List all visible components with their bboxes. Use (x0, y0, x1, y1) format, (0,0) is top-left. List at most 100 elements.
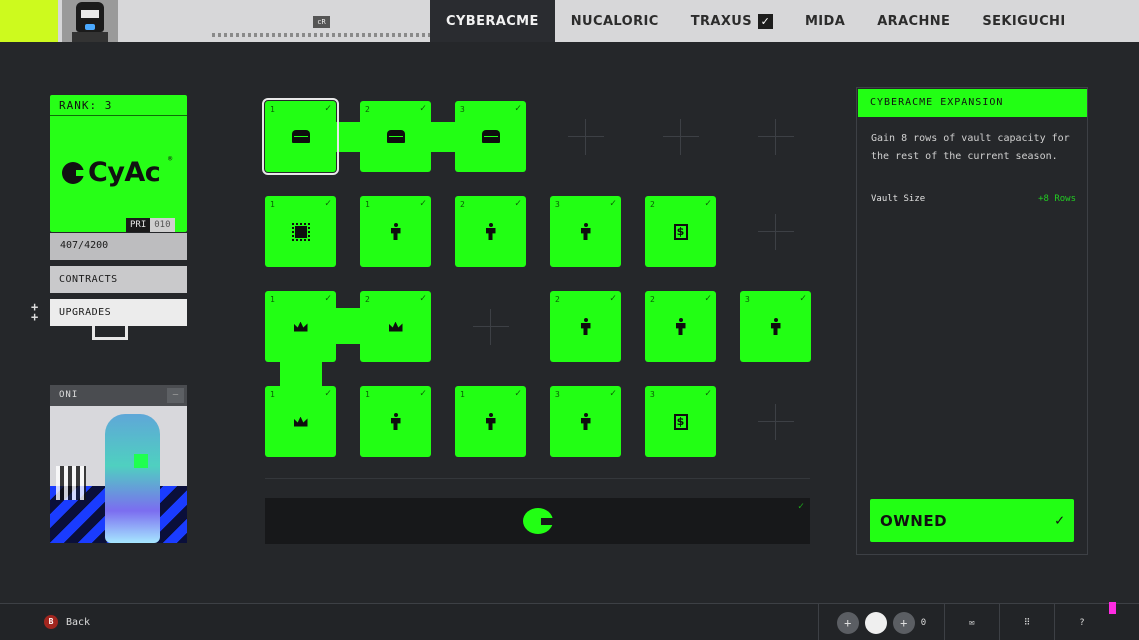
notification-indicator (1109, 602, 1116, 614)
upgrade-node-crown[interactable]: 1 ✓ (265, 386, 336, 457)
crown-icon (293, 416, 308, 427)
upgrade-node-crown[interactable]: 2 ✓ (360, 291, 431, 362)
tab-label: ARACHNE (877, 13, 951, 29)
detail-title: CYBERACME EXPANSION (858, 89, 1087, 117)
minimize-button[interactable]: — (167, 388, 184, 403)
upgrade-node-cash[interactable]: 2 ✓ $ (645, 196, 716, 267)
empty-upgrade-slot (740, 196, 811, 267)
node-connector (335, 122, 363, 152)
help-button[interactable]: ? (1054, 604, 1109, 640)
upgrade-node-person[interactable]: 3 ✓ (550, 196, 621, 267)
upgrades-button[interactable]: UPGRADES (50, 299, 187, 326)
help-icon: ? (1079, 617, 1085, 628)
person-icon (485, 413, 497, 430)
upgrade-node-person[interactable]: 2 ✓ (455, 196, 526, 267)
person-icon (675, 318, 687, 335)
crown-icon (293, 321, 308, 332)
vault-icon (386, 130, 405, 143)
party-count: 0 (920, 617, 927, 628)
tab-traxus[interactable]: TRAXUS ✓ (675, 0, 789, 42)
tab-label: CYBERACME (446, 13, 539, 29)
upgrade-node-vault-1[interactable]: 1 ✓ (262, 98, 339, 175)
reputation-progress-text: 407/4200 (60, 240, 109, 251)
tab-label: SEKIGUCHI (982, 13, 1066, 29)
owned-button[interactable]: OWNED ✓ (870, 499, 1074, 542)
person-icon (390, 223, 402, 240)
upgrade-node-vault-2[interactable]: 2 ✓ (360, 101, 431, 172)
chip-icon (291, 222, 310, 241)
footer-bar: B Back + + 0 ✉ ⠿ ? (0, 603, 1139, 640)
upgrade-node-person[interactable]: 3 ✓ (740, 291, 811, 362)
upgrade-node-person[interactable]: 2 ✓ (645, 291, 716, 362)
back-label: Back (66, 616, 91, 628)
upgrade-detail-panel: CYBERACME EXPANSION Gain 8 rows of vault… (856, 87, 1088, 555)
oni-card[interactable]: ONI — (50, 385, 187, 543)
tab-nucaloric[interactable]: NUCALORIC (555, 0, 675, 42)
oni-header: ONI — (50, 385, 187, 406)
tab-sekiguchi[interactable]: SEKIGUCHI (966, 0, 1081, 42)
crown-icon (388, 321, 403, 332)
rank-label: RANK: 3 (59, 99, 113, 112)
cash-icon: $ (673, 413, 688, 430)
tab-mida[interactable]: MIDA (789, 0, 861, 42)
add-friend-button[interactable]: + (836, 611, 859, 634)
cursor-bracket-icon (92, 326, 128, 340)
node-connector (430, 122, 458, 152)
detail-stat-row: Vault Size +8 Rows (871, 194, 1076, 204)
add-friend-button[interactable]: + (892, 611, 915, 634)
avatar-neck (72, 32, 108, 42)
upgrade-node-person[interactable]: 3 ✓ (550, 386, 621, 457)
portrait-pixel-noise (56, 466, 86, 500)
person-icon (580, 223, 592, 240)
upgrade-node-crown[interactable]: 1 ✓ (265, 291, 336, 362)
upgrade-node-cash[interactable]: 3 ✓ $ (645, 386, 716, 457)
avatar-mouth (85, 24, 95, 30)
grid-icon: ⠿ (1023, 617, 1031, 628)
top-accent-block (0, 0, 58, 42)
currency-badge: cR (313, 16, 330, 28)
cyac-logo: CyAc (62, 157, 161, 188)
top-bar: cR CYBERACME NUCALORIC TRAXUS ✓ MIDA ARAC… (0, 0, 1139, 42)
contracts-button[interactable]: CONTRACTS (50, 266, 187, 293)
cash-icon: $ (673, 223, 688, 240)
faction-rank-card: RANK: 3 CyAc ® PRI 010 (50, 95, 187, 232)
rank-divider (50, 115, 187, 116)
tab-label: MIDA (804, 13, 846, 29)
back-button[interactable]: B Back (44, 615, 90, 629)
upgrade-node-person[interactable]: 1 ✓ (455, 386, 526, 457)
person-icon (580, 318, 592, 335)
upgrade-node-person[interactable]: 1 ✓ (360, 196, 431, 267)
pri-value: 010 (150, 218, 175, 232)
friend-avatar-icon[interactable] (864, 611, 887, 634)
reputation-progress: 407/4200 (50, 233, 187, 260)
person-icon (770, 318, 782, 335)
player-avatar[interactable] (62, 0, 118, 42)
checkmark-icon: ✓ (757, 13, 773, 29)
menu-grid-button[interactable]: ⠿ (999, 604, 1054, 640)
top-fine-print (212, 33, 432, 37)
oni-portrait (50, 406, 187, 543)
tab-arachne[interactable]: ARACHNE (861, 0, 966, 42)
vault-icon (481, 130, 500, 143)
checkmark-icon: ✓ (797, 501, 804, 512)
empty-upgrade-slot (740, 386, 811, 457)
footer-actions: + + 0 ✉ ⠿ ? (818, 604, 1109, 640)
stat-value: +8 Rows (1038, 194, 1076, 204)
tab-label: TRAXUS (690, 13, 752, 29)
upgrade-node-person[interactable]: 1 ✓ (360, 386, 431, 457)
upgrade-node-person[interactable]: 2 ✓ (550, 291, 621, 362)
empty-upgrade-slot (455, 291, 526, 362)
mail-icon: ✉ (969, 617, 975, 628)
faction-tabs: CYBERACME NUCALORIC TRAXUS ✓ MIDA ARACHNE… (430, 0, 1082, 42)
stat-label: Vault Size (871, 194, 926, 204)
checkmark-icon: ✓ (1054, 511, 1064, 529)
empty-upgrade-slot (645, 101, 716, 172)
upgrade-node-vault-3[interactable]: 3 ✓ (455, 101, 526, 172)
avatar-visor (81, 10, 99, 18)
upgrade-node-chip[interactable]: 1 ✓ (265, 196, 336, 267)
tab-cyberacme[interactable]: CYBERACME (430, 0, 555, 42)
mail-button[interactable]: ✉ (944, 604, 999, 640)
b-button-icon: B (44, 615, 58, 629)
empty-upgrade-slot (740, 101, 811, 172)
faction-capstone-bar[interactable]: ✓ (265, 498, 810, 544)
